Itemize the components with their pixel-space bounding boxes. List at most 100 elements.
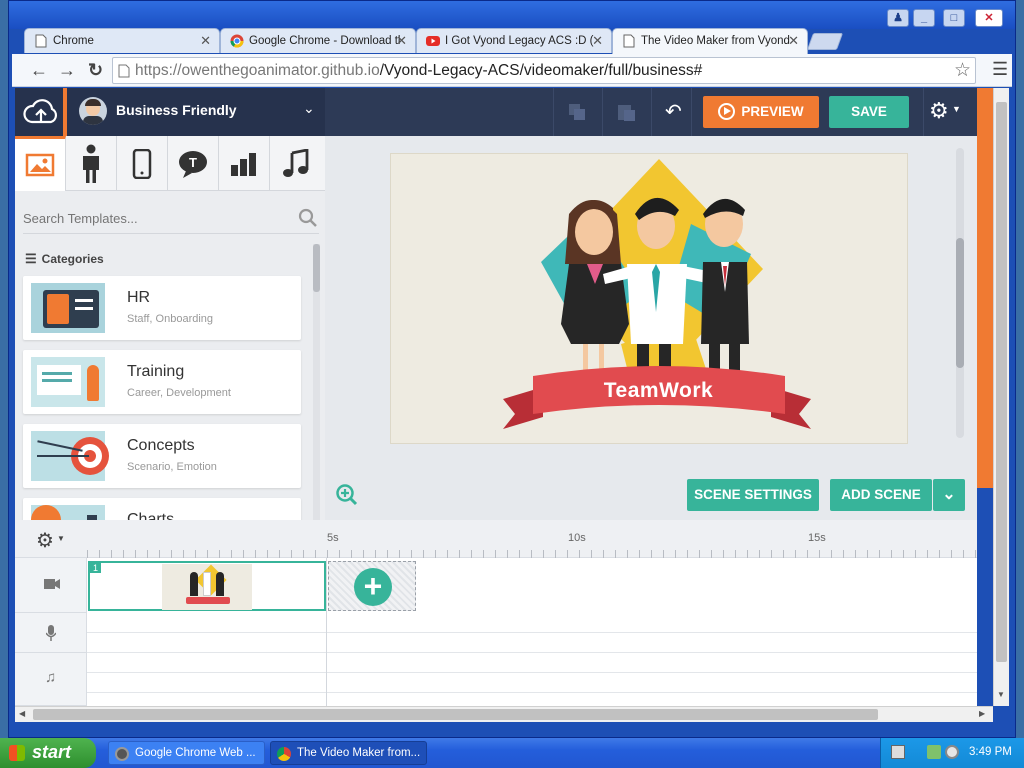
- category-subtitle: Staff, Onboarding: [127, 313, 214, 325]
- tab-templates[interactable]: [15, 136, 66, 191]
- paste-icon[interactable]: [616, 102, 636, 122]
- page-scroll-thumb[interactable]: [996, 102, 1007, 662]
- add-scene-button[interactable]: ADD SCENE: [830, 479, 932, 511]
- caret-down-icon[interactable]: ▼: [57, 534, 65, 543]
- add-scene-slot[interactable]: +: [328, 561, 416, 611]
- copy-icon[interactable]: [568, 103, 586, 121]
- page-hscroll-thumb[interactable]: [33, 709, 878, 720]
- page-horizontal-scrollbar[interactable]: ◀ ▶: [15, 706, 993, 722]
- tab-close-icon[interactable]: ✕: [592, 33, 603, 49]
- add-scene-options-button[interactable]: ⌄: [933, 479, 965, 511]
- minimize-button[interactable]: _: [913, 9, 935, 27]
- scroll-right-arrow-icon[interactable]: ▶: [979, 709, 985, 718]
- category-card-charts[interactable]: Charts: [23, 498, 301, 520]
- microphone-icon: [46, 625, 56, 641]
- tab-music[interactable]: [270, 136, 321, 191]
- tab-video-maker[interactable]: The Video Maker from Vyond ✕: [612, 28, 808, 54]
- taskbar-item-video-maker[interactable]: The Video Maker from...: [270, 741, 427, 765]
- back-button[interactable]: ←: [30, 60, 48, 81]
- chevron-down-icon[interactable]: ⌄: [303, 100, 315, 117]
- tab-close-icon[interactable]: ✕: [396, 33, 407, 49]
- youtube-icon: [426, 36, 440, 46]
- phone-icon: [132, 148, 152, 179]
- caret-down-icon[interactable]: ▼: [952, 104, 961, 114]
- zoom-in-icon[interactable]: [335, 483, 359, 507]
- training-thumbnail: [31, 357, 105, 407]
- windows-logo-icon: [9, 745, 25, 761]
- page-vertical-scrollbar[interactable]: ▼: [993, 88, 1009, 706]
- tab-label: The Video Maker from Vyond: [641, 35, 790, 47]
- theme-accent-divider: [63, 88, 67, 136]
- scene-clip[interactable]: 1: [88, 561, 326, 611]
- taskbar-item-chrome-web[interactable]: Google Chrome Web ...: [108, 741, 265, 765]
- theme-avatar: [79, 97, 107, 125]
- preview-label: PREVIEW: [741, 104, 804, 119]
- app-icon: [115, 747, 129, 761]
- tab-close-icon[interactable]: ✕: [788, 33, 799, 49]
- close-button[interactable]: ✕: [975, 9, 1003, 27]
- start-button[interactable]: start: [0, 738, 96, 768]
- reload-button[interactable]: ↻: [88, 60, 103, 81]
- maximize-button[interactable]: □: [943, 9, 965, 27]
- category-card-hr[interactable]: HR Staff, Onboarding: [23, 276, 301, 340]
- preview-button[interactable]: PREVIEW: [703, 96, 819, 128]
- scene-settings-button[interactable]: SCENE SETTINGS: [687, 479, 819, 511]
- scene-banner-text: TeamWork: [603, 379, 714, 402]
- stage-scrollbar[interactable]: [956, 148, 964, 438]
- category-title: Concepts: [127, 437, 195, 454]
- panel-scroll-thumb[interactable]: [313, 244, 320, 292]
- keyboard-icon[interactable]: [891, 745, 905, 759]
- scroll-left-arrow-icon[interactable]: ◀: [19, 709, 25, 718]
- tab-chrome-download[interactable]: Google Chrome - Download tl ✕: [220, 28, 416, 53]
- theme-name[interactable]: Business Friendly: [116, 102, 237, 118]
- image-icon: [25, 153, 55, 177]
- new-tab-button[interactable]: [806, 33, 844, 50]
- undo-icon[interactable]: ↶: [665, 99, 682, 124]
- settings-gear-icon[interactable]: ⚙: [929, 98, 949, 124]
- profile-button[interactable]: ♟: [887, 9, 909, 27]
- charts-thumbnail: [31, 505, 105, 520]
- stage-scroll-thumb[interactable]: [956, 238, 964, 368]
- category-card-training[interactable]: Training Career, Development: [23, 350, 301, 414]
- voice-track-label: [15, 613, 87, 653]
- category-title: HR: [127, 289, 151, 306]
- search-input[interactable]: [23, 206, 293, 230]
- speech-bubble-icon: T: [179, 150, 207, 178]
- scene-canvas[interactable]: TeamWork: [390, 153, 908, 444]
- upload-cloud-icon[interactable]: [23, 96, 59, 128]
- page-icon: [35, 34, 47, 48]
- bookmark-star-icon[interactable]: ☆: [954, 59, 971, 82]
- asset-panel: T ☰Categories HR: [15, 136, 325, 520]
- bar-chart-icon: [231, 152, 256, 176]
- page-info-icon: [118, 64, 130, 78]
- category-card-concepts[interactable]: Concepts Scenario, Emotion: [23, 424, 301, 488]
- panel-scrollbar[interactable]: [313, 244, 320, 520]
- search-icon[interactable]: [298, 208, 318, 228]
- mark-15s: 15s: [808, 532, 826, 544]
- clock[interactable]: 3:49 PM: [969, 746, 1012, 758]
- divider: [691, 88, 692, 136]
- audio-tracks-area[interactable]: [87, 613, 977, 706]
- network-icon[interactable]: [927, 745, 941, 759]
- category-subtitle: Career, Development: [127, 387, 231, 399]
- volume-icon[interactable]: [945, 745, 959, 759]
- tab-text[interactable]: T: [168, 136, 219, 191]
- tab-characters[interactable]: [66, 136, 117, 191]
- list-icon: ☰: [25, 251, 37, 266]
- tab-chrome[interactable]: Chrome ✕: [24, 28, 220, 53]
- tab-close-icon[interactable]: ✕: [200, 33, 211, 49]
- scene-number: 1: [90, 563, 102, 573]
- timeline: ⚙ ▼ 5s 10s 15s ♫ 1 +: [15, 520, 977, 706]
- forward-button[interactable]: →: [58, 60, 76, 81]
- address-bar[interactable]: https://owenthegoanimator.github.io/Vyon…: [112, 57, 976, 84]
- tab-props[interactable]: [117, 136, 168, 191]
- tab-charts[interactable]: [219, 136, 270, 191]
- save-button[interactable]: SAVE: [829, 96, 909, 128]
- divider: [553, 88, 554, 136]
- tab-youtube[interactable]: I Got Vyond Legacy ACS :D ( ✕: [416, 28, 612, 53]
- window-titlebar[interactable]: ♟ _ □ ✕: [9, 1, 1015, 29]
- menu-icon[interactable]: ☰: [992, 59, 1008, 80]
- timeline-gear-icon[interactable]: ⚙: [36, 528, 54, 553]
- scroll-down-arrow-icon[interactable]: ▼: [997, 690, 1005, 699]
- system-tray: 3:49 PM: [880, 738, 1024, 768]
